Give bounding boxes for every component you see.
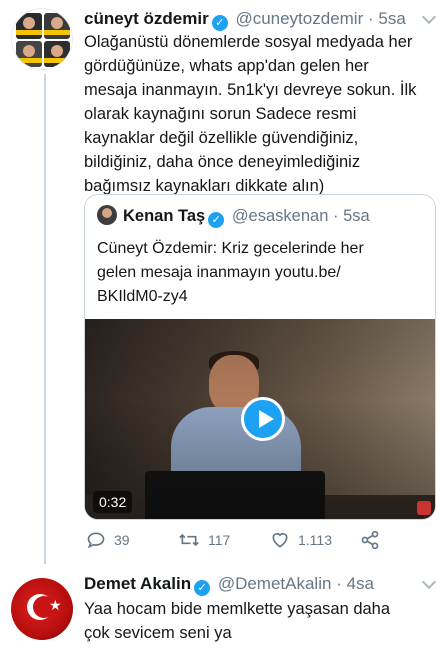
like-count: 1.113 xyxy=(298,532,332,548)
verified-badge-icon: ✓ xyxy=(208,212,225,228)
main-tweet[interactable]: cüneyt özdemir ✓ @cuneytozdemir · 5sa Ola… xyxy=(0,0,442,565)
quoted-avatar xyxy=(97,205,117,225)
video-duration: 0:32 xyxy=(93,491,133,513)
reply-timestamp[interactable]: 4sa xyxy=(347,574,374,593)
avatar[interactable]: ★ xyxy=(11,578,73,640)
reply-header: Demet Akalin ✓ @DemetAkalin · 4sa xyxy=(84,573,432,596)
quoted-author-name: Kenan Taş xyxy=(123,207,206,225)
like-button[interactable]: 1.113 xyxy=(270,528,332,552)
tweet-actions: 39 117 1.113 xyxy=(84,528,434,552)
reply-button[interactable]: 39 xyxy=(86,528,130,552)
quoted-tweet-text: Cüneyt Özdemir: Kriz gecelerinde her gel… xyxy=(97,240,364,305)
tweet-header: cüneyt özdemir ✓ @cuneytozdemir · 5sa xyxy=(84,8,432,31)
play-icon[interactable] xyxy=(241,397,285,441)
tweet-text: Olağanüstü dönemlerde sosyal medyada her… xyxy=(84,33,417,195)
reply-author-name[interactable]: Demet Akalin xyxy=(84,574,191,593)
quoted-timestamp: 5sa xyxy=(343,207,370,225)
reply-icon xyxy=(87,532,105,549)
separator-dot: · xyxy=(332,207,339,225)
separator-dot: · xyxy=(336,574,342,593)
author-handle[interactable]: @cuneytozdemir xyxy=(235,9,363,28)
retweet-icon xyxy=(179,533,199,547)
reply-author-handle[interactable]: @DemetAkalin xyxy=(218,574,332,593)
verified-badge-icon: ✓ xyxy=(211,15,228,31)
like-icon xyxy=(272,532,288,548)
separator-dot: · xyxy=(367,9,374,28)
retweet-count: 117 xyxy=(208,532,231,548)
retweet-button[interactable]: 117 xyxy=(178,528,230,552)
video-player[interactable]: 0:32 xyxy=(85,319,435,519)
quoted-tweet-header: Kenan Taş ✓ @esaskenan · 5sa xyxy=(97,205,370,228)
verified-badge-icon: ✓ xyxy=(194,580,211,596)
reply-count: 39 xyxy=(114,532,130,548)
quoted-author-handle: @esaskenan xyxy=(231,207,329,225)
share-icon xyxy=(361,530,379,550)
quoted-tweet[interactable]: Kenan Taş ✓ @esaskenan · 5sa Cüneyt Özdem… xyxy=(84,194,436,520)
video-source-logo xyxy=(417,501,431,515)
avatar[interactable] xyxy=(11,8,73,70)
reply-text: Yaa hocam bide memlkette yaşasan daha ço… xyxy=(84,600,391,642)
author-name[interactable]: cüneyt özdemir xyxy=(84,9,209,28)
timestamp[interactable]: 5sa xyxy=(378,9,405,28)
share-button[interactable] xyxy=(360,528,388,552)
